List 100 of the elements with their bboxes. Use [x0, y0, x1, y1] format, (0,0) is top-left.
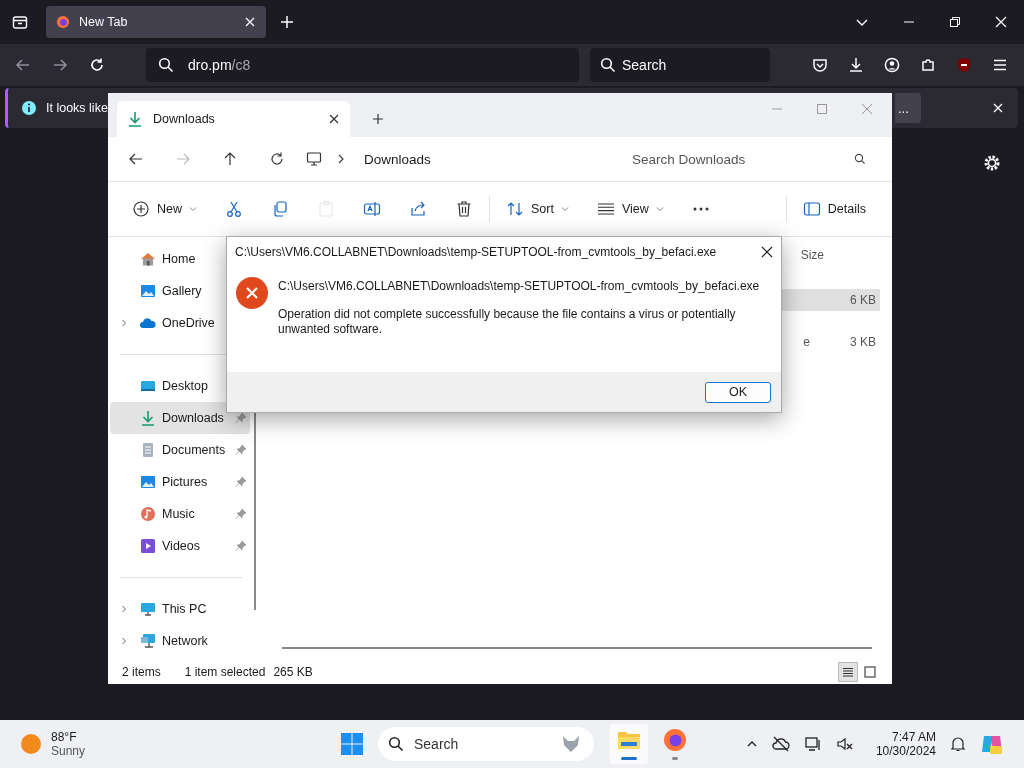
download-icon [140, 410, 156, 426]
list-icon [596, 200, 615, 218]
panel-icon [802, 200, 821, 218]
monitor-icon [306, 151, 322, 167]
browser-logo-icon [56, 15, 70, 29]
cloud-off-icon[interactable] [771, 735, 790, 753]
sidebar-item[interactable]: Documents [110, 434, 250, 466]
music-icon [140, 506, 156, 522]
file-explorer-app[interactable] [610, 724, 648, 764]
square-icon [864, 666, 876, 678]
pin-icon [236, 413, 246, 423]
account-icon[interactable] [884, 57, 900, 73]
search-icon [158, 57, 174, 73]
chevron-right-icon [336, 154, 346, 164]
sort-button[interactable]: Sort [494, 193, 581, 225]
file-size: 6 KB [850, 293, 876, 307]
plus-icon [132, 200, 150, 218]
temperature: 88°F [51, 730, 78, 744]
pin-icon [236, 477, 246, 487]
sidebar-item[interactable]: OneDrive [110, 307, 250, 339]
rename-icon [363, 200, 381, 218]
file-type: e [803, 335, 810, 349]
more-icon [691, 207, 710, 211]
search-field[interactable]: Search [590, 48, 770, 82]
menu-icon[interactable] [992, 57, 1008, 73]
file-path: C:\Users\VM6.COLLABNET\Downloads\temp-SETUPTOOL-from_cvmtools_by_befaci.exe [278, 279, 760, 293]
reload-icon[interactable] [89, 57, 105, 73]
selection-count: 1 item selected [184, 665, 266, 679]
address-field[interactable]: dro.pm/c8 [146, 48, 579, 82]
info-icon [21, 100, 37, 116]
file-size: 3 KB [850, 335, 876, 349]
dialog-title: C:\Users\VM6.COLLABNET\Downloads\temp-SETUPTOOL-from_cvmtools_by_befaci.exe [235, 245, 717, 259]
sidebar-item[interactable]: Network [110, 625, 250, 657]
forward-icon[interactable] [52, 57, 68, 73]
notification-button[interactable]: ... [895, 93, 921, 123]
shield-icon[interactable] [956, 57, 972, 73]
trash-icon [455, 200, 473, 218]
sidebar-item[interactable]: Gallery [110, 275, 250, 307]
list-icon [842, 666, 854, 678]
cloud-icon [140, 315, 156, 331]
browser-logo-icon [663, 728, 687, 752]
browser-tab[interactable]: New Tab [46, 6, 266, 38]
house-icon [140, 251, 156, 267]
caret-icon [189, 205, 197, 213]
download-icon [127, 111, 143, 127]
settings-icon[interactable] [983, 154, 1001, 172]
share-icon [409, 200, 427, 218]
close-icon[interactable] [761, 246, 773, 258]
view-button[interactable]: View [584, 193, 676, 225]
muted-speaker-icon[interactable] [835, 735, 854, 753]
network-icon[interactable] [803, 735, 822, 753]
breadcrumb-item[interactable]: Downloads [364, 151, 431, 167]
windows-start-icon[interactable] [340, 732, 364, 756]
pin-icon [236, 509, 246, 519]
error-message: Operation did not complete successfully because the file contains a virus or potentially unwanted software. [278, 307, 737, 337]
sidebar-item[interactable]: Downloads [110, 402, 250, 434]
sidebar-item[interactable]: Desktop [110, 370, 250, 402]
download-icon[interactable] [848, 57, 864, 73]
column-header[interactable]: Size [800, 248, 824, 262]
pin-icon [236, 445, 246, 455]
details-button[interactable]: Details [790, 193, 878, 225]
sun-icon [20, 733, 42, 755]
caret-icon [655, 205, 664, 213]
animal-figure-icon [560, 733, 582, 755]
taskbar-search[interactable]: Search [378, 727, 594, 761]
image-icon [140, 474, 156, 490]
details-view-button[interactable] [838, 662, 858, 682]
caret-icon [560, 205, 569, 213]
sidebar-item[interactable]: Pictures [110, 466, 250, 498]
ok-button[interactable]: OK [705, 381, 771, 403]
sort-icon [506, 200, 524, 218]
clock-date[interactable]: 10/30/2024 [875, 744, 936, 758]
up-icon[interactable] [222, 151, 238, 167]
clock-time[interactable]: 7:47 AM [891, 730, 936, 744]
sidebar-item[interactable]: Music [110, 498, 250, 530]
restore-icon[interactable] [949, 16, 961, 28]
pocket-icon[interactable] [812, 57, 828, 73]
search-icon [854, 153, 866, 165]
notification-text: It looks like [46, 101, 108, 115]
selection-size: 265 KB [273, 665, 313, 679]
copy-icon [271, 200, 289, 218]
explorer-tab[interactable]: Downloads [117, 101, 350, 137]
sidebar-item[interactable]: This PC [110, 593, 250, 625]
item-count: 2 items [122, 665, 161, 679]
pin-icon [236, 541, 246, 551]
tab-list-icon[interactable] [12, 14, 28, 30]
new-tab-icon[interactable] [372, 113, 384, 125]
close-icon[interactable] [328, 113, 340, 125]
scissors-icon [225, 200, 243, 218]
bell-icon[interactable] [950, 736, 966, 752]
error-icon [236, 277, 268, 309]
address-bar[interactable]: Downloads [306, 143, 589, 175]
puzzle-icon[interactable] [920, 57, 936, 73]
refresh-icon[interactable] [269, 151, 285, 167]
sidebar-item[interactable]: Videos [110, 530, 250, 562]
new-button[interactable]: New [120, 193, 209, 225]
image-icon [140, 283, 156, 299]
network-icon [140, 633, 156, 649]
back-icon[interactable] [128, 151, 144, 167]
video-icon [140, 538, 156, 554]
